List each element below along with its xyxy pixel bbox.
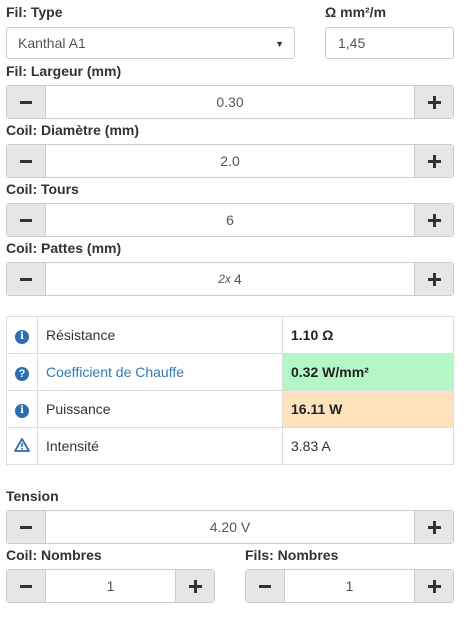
coil-diameter-plus-button[interactable] xyxy=(414,145,453,177)
table-row: Intensité 3.83 A xyxy=(6,427,454,465)
minus-icon xyxy=(20,218,32,222)
coil-count-value: 1 xyxy=(106,578,115,594)
wire-width-minus-button[interactable] xyxy=(7,86,46,118)
coil-turns-minus-button[interactable] xyxy=(7,204,46,236)
voltage-input[interactable]: 4.20 V xyxy=(46,511,414,543)
wire-width-value: 0.30 xyxy=(216,94,244,110)
wire-type-select[interactable]: Kanthal A1 ▼ xyxy=(6,27,295,59)
info-icon: i xyxy=(15,329,29,344)
coil-turns-plus-button[interactable] xyxy=(414,204,453,236)
wire-width-input[interactable]: 0.30 xyxy=(46,86,414,118)
resistivity-value: 1,45 xyxy=(338,35,366,51)
plus-icon xyxy=(427,272,441,286)
minus-icon xyxy=(20,100,32,104)
wire-width-label: Fil: Largeur (mm) xyxy=(6,63,122,79)
fil-type-label: Fil: Type xyxy=(6,4,63,20)
coil-diameter-label: Coil: Diamètre (mm) xyxy=(6,122,140,138)
wire-type-value: Kanthal A1 xyxy=(18,35,86,51)
voltage-minus-button[interactable] xyxy=(7,511,46,543)
plus-icon xyxy=(188,579,202,593)
plus-icon xyxy=(427,154,441,168)
coil-turns-label: Coil: Tours xyxy=(6,181,79,197)
ohm-label: Ω mm²/m xyxy=(325,4,387,20)
results-table: i Résistance 1.10 Ω ? Coefficient de Cha… xyxy=(6,316,454,465)
wire-width-stepper: 0.30 xyxy=(6,85,454,119)
wire-count-value: 1 xyxy=(345,578,354,594)
wire-count-plus-button[interactable] xyxy=(414,570,453,602)
voltage-value: 4.20 V xyxy=(209,519,251,535)
voltage-label: Tension xyxy=(6,488,59,504)
plus-icon xyxy=(427,579,441,593)
coil-count-label: Coil: Nombres xyxy=(6,547,102,563)
coil-legs-input[interactable]: 2x 4 xyxy=(46,263,414,295)
coil-diameter-minus-button[interactable] xyxy=(7,145,46,177)
power-label: Puissance xyxy=(37,390,283,428)
voltage-plus-button[interactable] xyxy=(414,511,453,543)
coil-count-plus-button[interactable] xyxy=(175,570,214,602)
wire-count-minus-button[interactable] xyxy=(246,570,285,602)
table-row: i Puissance 16.11 W xyxy=(6,390,454,428)
coil-legs-minus-button[interactable] xyxy=(7,263,46,295)
plus-icon xyxy=(427,213,441,227)
wire-count-stepper: 1 xyxy=(245,569,454,603)
wire-width-plus-button[interactable] xyxy=(414,86,453,118)
heat-coefficient-link[interactable]: Coefficient de Chauffe xyxy=(37,353,283,391)
voltage-stepper: 4.20 V xyxy=(6,510,454,544)
coil-turns-value: 6 xyxy=(226,212,234,228)
coil-legs-label: Coil: Pattes (mm) xyxy=(6,240,122,256)
current-value: 3.83 A xyxy=(282,427,454,465)
chevron-down-icon: ▼ xyxy=(275,39,284,49)
warning-icon xyxy=(14,437,30,452)
coil-diameter-value: 2.0 xyxy=(220,153,240,169)
coil-diameter-stepper: 2.0 xyxy=(6,144,454,178)
minus-icon xyxy=(20,159,32,163)
coil-turns-input[interactable]: 6 xyxy=(46,204,414,236)
coil-count-minus-button[interactable] xyxy=(7,570,46,602)
resistivity-input[interactable]: 1,45 xyxy=(325,27,454,59)
plus-icon xyxy=(427,520,441,534)
minus-icon xyxy=(259,584,271,588)
coil-count-input[interactable]: 1 xyxy=(46,570,175,602)
table-row: i Résistance 1.10 Ω xyxy=(6,316,454,354)
wire-count-label: Fils: Nombres xyxy=(245,547,339,563)
plus-icon xyxy=(427,95,441,109)
table-row: ? Coefficient de Chauffe 0.32 W/mm² xyxy=(6,353,454,391)
coil-legs-plus-button[interactable] xyxy=(414,263,453,295)
coil-count-stepper: 1 xyxy=(6,569,215,603)
heat-coefficient-value: 0.32 W/mm² xyxy=(282,353,454,391)
minus-icon xyxy=(20,584,32,588)
question-icon[interactable]: ? xyxy=(15,366,29,381)
info-icon: i xyxy=(15,403,29,418)
coil-legs-prefix: 2x xyxy=(218,272,231,286)
current-label: Intensité xyxy=(37,427,283,465)
coil-turns-stepper: 6 xyxy=(6,203,454,237)
power-value: 16.11 W xyxy=(282,390,454,428)
minus-icon xyxy=(20,277,32,281)
resistance-value: 1.10 Ω xyxy=(282,316,454,354)
wire-count-input[interactable]: 1 xyxy=(285,570,414,602)
coil-legs-stepper: 2x 4 xyxy=(6,262,454,296)
minus-icon xyxy=(20,525,32,529)
coil-diameter-input[interactable]: 2.0 xyxy=(46,145,414,177)
resistance-label: Résistance xyxy=(37,316,283,354)
coil-legs-value: 4 xyxy=(233,271,242,287)
